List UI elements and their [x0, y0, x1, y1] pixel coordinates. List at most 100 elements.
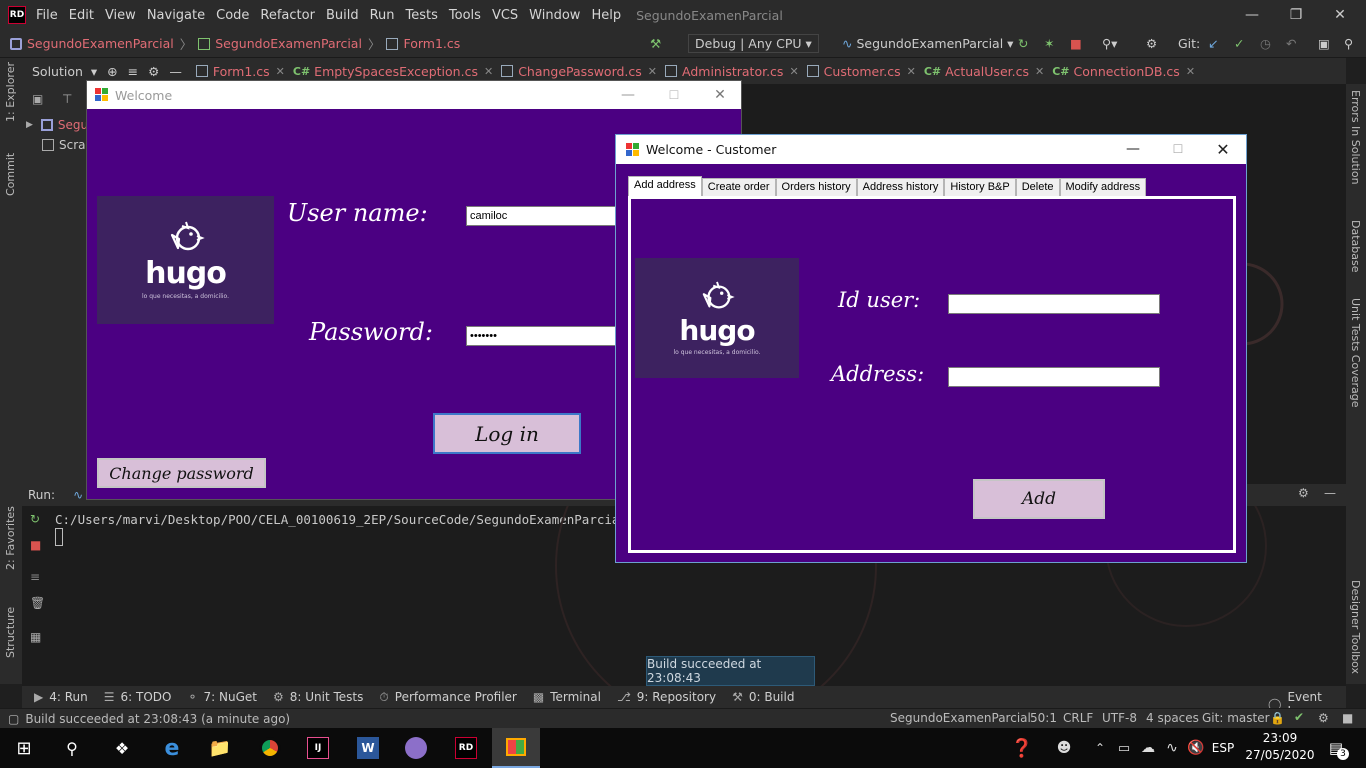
- menu-tests[interactable]: Tests: [406, 8, 438, 23]
- menu-help[interactable]: Help: [591, 8, 621, 23]
- winforms-app-taskbar-icon[interactable]: [492, 728, 540, 768]
- word-icon[interactable]: W: [354, 734, 382, 762]
- login-button[interactable]: Log in: [433, 413, 581, 454]
- breadcrumb-project[interactable]: SegundoExamenParcial 〉: [198, 34, 380, 53]
- git-rollback-icon[interactable]: ↶: [1286, 36, 1296, 51]
- scroll-end-icon[interactable]: ≡: [30, 570, 40, 584]
- file-tab-actualuser[interactable]: C# ActualUser.cs ✕: [924, 64, 1044, 79]
- status-git-branch[interactable]: Git: master: [1202, 711, 1270, 725]
- menu-refactor[interactable]: Refactor: [260, 8, 315, 23]
- explorer-item-solution[interactable]: ▶ Segu: [26, 118, 88, 132]
- windows-start-icon[interactable]: ⊞: [10, 734, 38, 762]
- pin-icon[interactable]: ⊤: [62, 92, 72, 106]
- toolwin-build[interactable]: ⚒ 0: Build: [732, 690, 794, 704]
- status-position[interactable]: 50:1: [1030, 711, 1057, 725]
- close-tab-icon[interactable]: ✕: [1035, 65, 1044, 78]
- profiler-icon[interactable]: ⚲▾: [1102, 36, 1117, 51]
- debug-bug-icon[interactable]: ✶: [1044, 36, 1054, 51]
- tool-structure[interactable]: Structure: [4, 607, 17, 658]
- tool-designer-toolbox[interactable]: Designer Toolbox: [1349, 580, 1362, 674]
- menu-run[interactable]: Run: [370, 8, 395, 23]
- file-tab-emptyspacesexception[interactable]: C# EmptySpacesException.cs ✕: [293, 64, 493, 79]
- locate-icon[interactable]: ⊕: [107, 64, 117, 79]
- stop-icon[interactable]: ■: [1070, 36, 1082, 51]
- close-tab-icon[interactable]: ✕: [907, 65, 916, 78]
- tab-delete[interactable]: Delete: [1015, 178, 1060, 197]
- github-desktop-icon[interactable]: [402, 734, 430, 762]
- file-tab-customer[interactable]: Customer.cs ✕: [806, 64, 916, 79]
- chrome-icon[interactable]: [256, 734, 284, 762]
- tab-modify-address[interactable]: Modify address: [1059, 178, 1147, 197]
- customer-close-icon[interactable]: ✕: [1200, 135, 1246, 163]
- coverage-icon[interactable]: ⚙: [1146, 36, 1157, 51]
- toolwin-unit-tests[interactable]: ⚙ 8: Unit Tests: [273, 690, 363, 704]
- toolwin-todo[interactable]: ☰ 6: TODO: [104, 690, 172, 704]
- close-tab-icon[interactable]: ✕: [1186, 65, 1195, 78]
- tool-explorer[interactable]: 1: Explorer: [4, 62, 17, 122]
- inspection-ok-icon[interactable]: ✔: [1294, 710, 1304, 724]
- run-settings-gear-icon[interactable]: ⚙: [1298, 486, 1309, 500]
- login-close-icon[interactable]: ✕: [697, 81, 743, 109]
- customer-minimize-icon[interactable]: —: [1110, 135, 1156, 163]
- tool-unit-tests-coverage[interactable]: Unit Tests Coverage: [1349, 298, 1362, 407]
- tool-favorites[interactable]: 2: Favorites: [4, 506, 17, 570]
- people-icon[interactable]: ☻: [1050, 734, 1078, 762]
- customer-maximize-icon[interactable]: ☐: [1155, 135, 1201, 163]
- lock-icon[interactable]: 🔒: [1270, 711, 1285, 725]
- status-encoding[interactable]: UTF-8: [1102, 711, 1137, 725]
- login-minimize-icon[interactable]: —: [605, 81, 651, 109]
- close-tab-icon[interactable]: ✕: [789, 65, 798, 78]
- customer-titlebar[interactable]: Welcome - Customer — ☐ ✕: [616, 135, 1246, 164]
- clock-time[interactable]: 23:09: [1248, 731, 1312, 745]
- toolwin-run[interactable]: ▶ 4: Run: [34, 690, 88, 704]
- dropbox-icon[interactable]: ❖: [108, 734, 136, 762]
- run-hide-icon[interactable]: —: [1324, 486, 1336, 500]
- breadcrumb-solution[interactable]: SegundoExamenParcial 〉: [10, 34, 192, 53]
- close-tab-icon[interactable]: ✕: [648, 65, 657, 78]
- menu-file[interactable]: File: [36, 8, 58, 23]
- close-tab-icon[interactable]: ✕: [484, 65, 493, 78]
- menu-build[interactable]: Build: [326, 8, 359, 23]
- toolwin-terminal[interactable]: ▩ Terminal: [533, 690, 601, 704]
- file-explorer-icon[interactable]: 📁: [206, 734, 234, 762]
- login-maximize-icon[interactable]: ☐: [651, 81, 697, 109]
- search-icon[interactable]: ⚲: [58, 734, 86, 762]
- solution-dropdown[interactable]: Solution ▾: [32, 64, 97, 79]
- status-line-ending[interactable]: CRLF: [1063, 711, 1093, 725]
- trash-icon[interactable]: 🗑: [30, 596, 45, 610]
- rerun-icon[interactable]: ↻: [30, 512, 40, 526]
- tool-database[interactable]: Database: [1349, 220, 1362, 273]
- tool-errors-in-solution[interactable]: Errors In Solution: [1349, 90, 1362, 185]
- toolwin-nuget[interactable]: ⚬ 7: NuGet: [187, 690, 257, 704]
- intellij-icon[interactable]: IJ: [304, 734, 332, 762]
- memory-icon[interactable]: ⚙: [1318, 711, 1329, 725]
- menu-code[interactable]: Code: [216, 8, 249, 23]
- volume-muted-icon[interactable]: 🔇: [1182, 734, 1210, 762]
- file-tab-administrator[interactable]: Administrator.cs ✕: [665, 64, 799, 79]
- restore-icon[interactable]: ❐: [1274, 0, 1318, 30]
- status-indent[interactable]: 4 spaces: [1146, 711, 1199, 725]
- tool-commit[interactable]: Commit: [4, 153, 17, 196]
- id-user-input[interactable]: [948, 294, 1160, 314]
- search-icon[interactable]: ⚲: [1344, 36, 1353, 51]
- tab-add-address[interactable]: Add address: [628, 176, 702, 197]
- file-tab-connectiondb[interactable]: C# ConnectionDB.cs ✕: [1052, 64, 1195, 79]
- help-icon[interactable]: ❓: [1008, 734, 1036, 762]
- refresh-icon[interactable]: ↻: [1018, 36, 1028, 51]
- tab-create-order[interactable]: Create order: [701, 178, 776, 197]
- rider-taskbar-icon[interactable]: RD: [452, 734, 480, 762]
- status-panel-icon[interactable]: ▢: [8, 712, 19, 726]
- layout-grid-icon[interactable]: ▦: [30, 630, 41, 644]
- git-history-icon[interactable]: ◷: [1260, 36, 1271, 51]
- address-input[interactable]: [948, 367, 1160, 387]
- settings-gear-icon[interactable]: ⚙: [148, 64, 159, 79]
- language-indicator[interactable]: ESP: [1210, 734, 1236, 762]
- username-input[interactable]: [466, 206, 622, 226]
- tab-orders-history[interactable]: Orders history: [775, 178, 857, 197]
- file-tab-form1[interactable]: Form1.cs ✕: [195, 64, 285, 79]
- git-update-icon[interactable]: ↙: [1208, 36, 1218, 51]
- change-password-button[interactable]: Change password: [97, 458, 266, 488]
- run-target-dropdown[interactable]: ∿ SegundoExamenParcial ▾: [842, 36, 1013, 51]
- hammer-icon[interactable]: ⚒: [650, 36, 661, 51]
- login-titlebar[interactable]: Welcome — ☐ ✕: [87, 81, 741, 109]
